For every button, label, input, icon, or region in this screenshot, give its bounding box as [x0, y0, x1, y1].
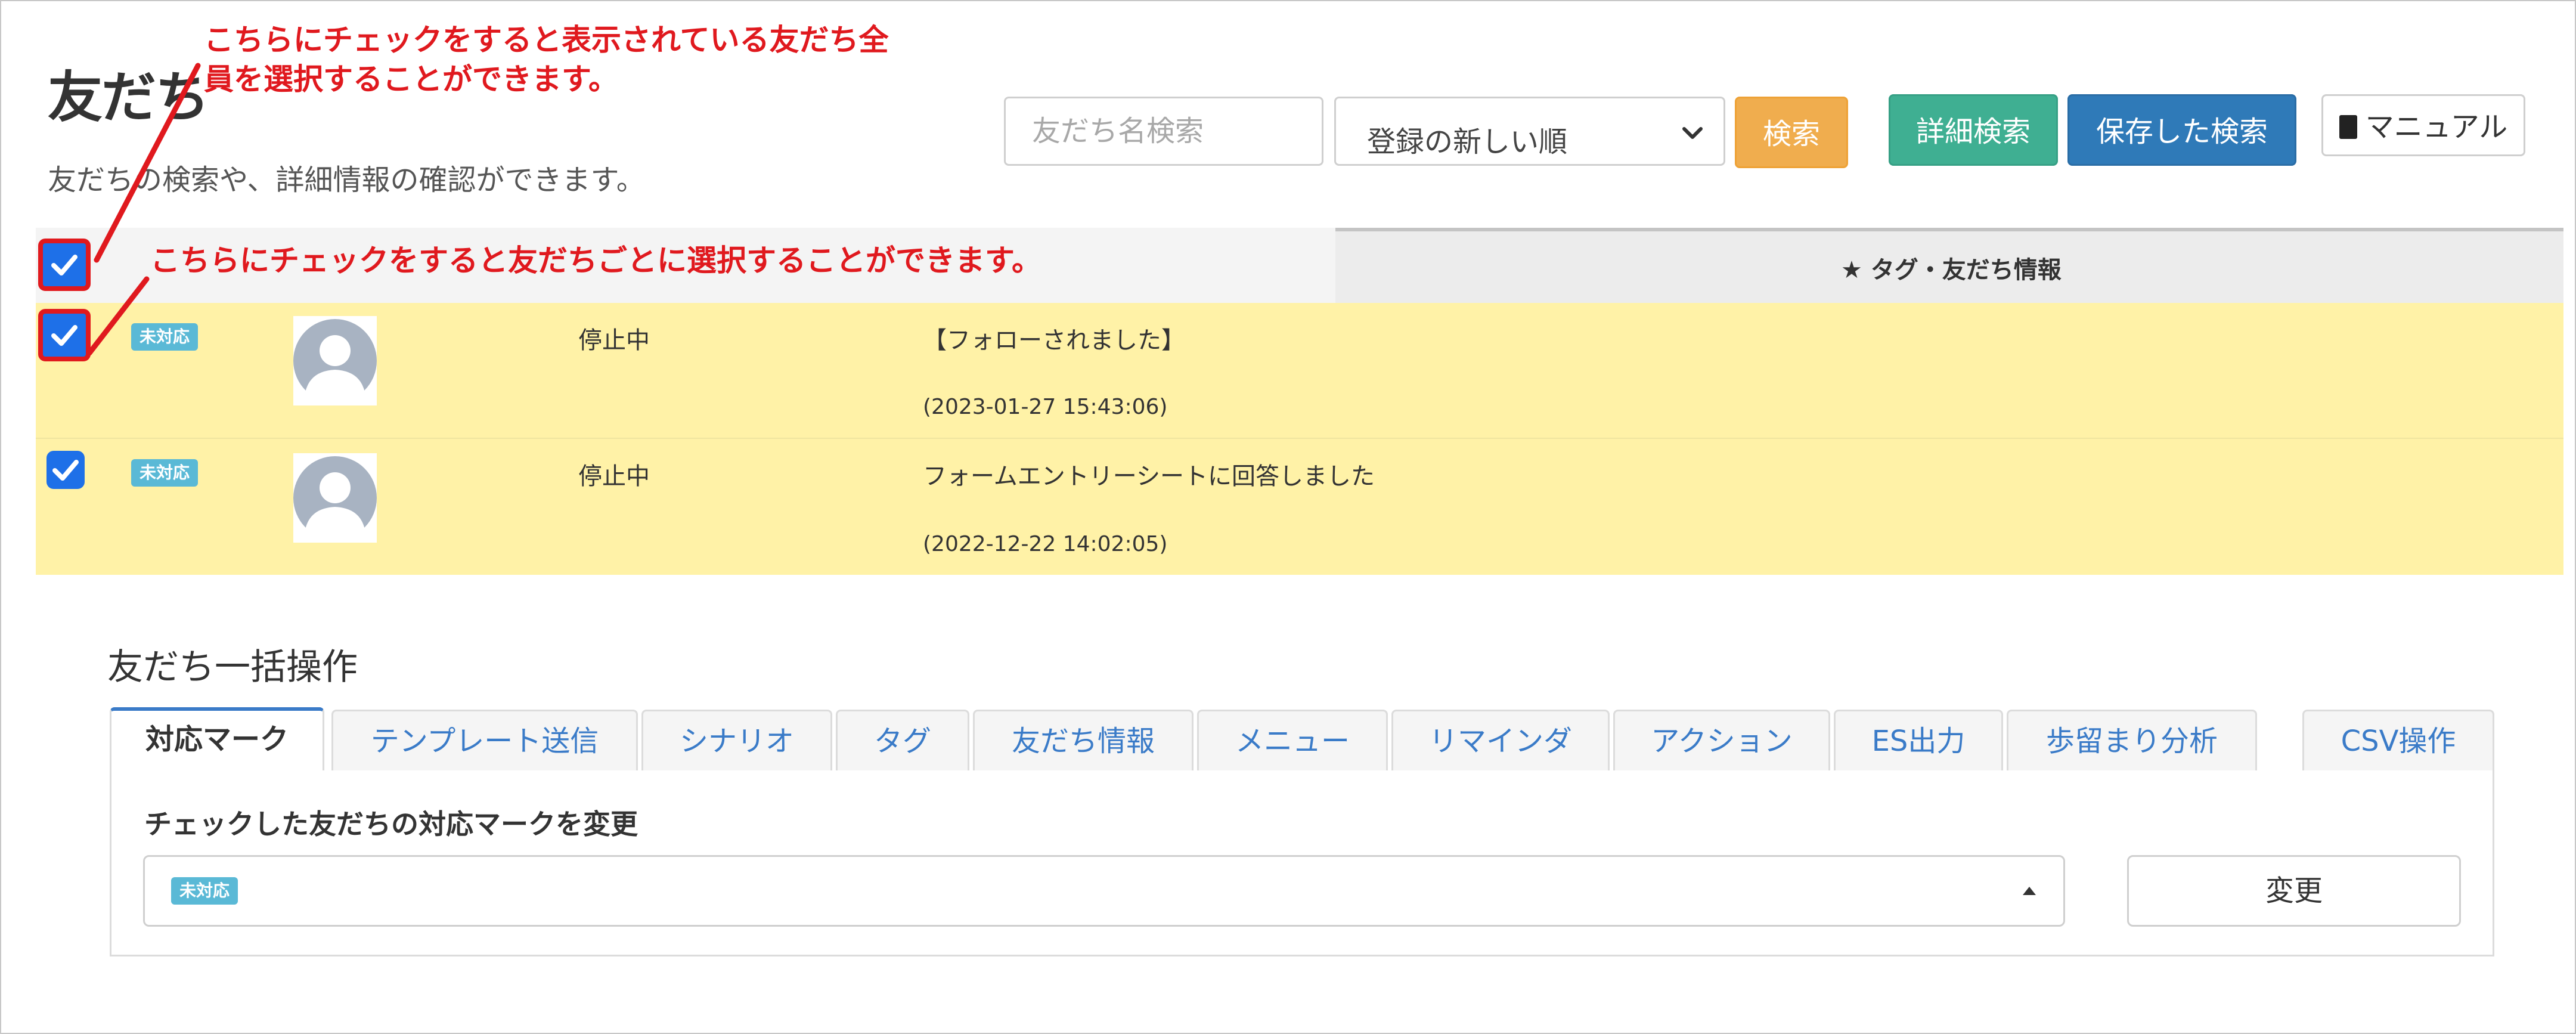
- tab-action[interactable]: アクション: [1613, 710, 1830, 770]
- tab-csv[interactable]: CSV操作: [2302, 710, 2494, 770]
- avatar[interactable]: [293, 453, 377, 543]
- annotation-select-each: こちらにチェックをすると友だちごとに選択することができます。: [150, 243, 1041, 278]
- table-row[interactable]: [36, 303, 2563, 439]
- status-badge[interactable]: 未対応: [131, 459, 199, 487]
- caret-up-icon: [2023, 887, 2036, 895]
- latest-message: フォームエントリーシートに回答しました: [923, 463, 1375, 490]
- user-silhouette-icon: [293, 456, 377, 540]
- page-subtitle: 友だちの検索や、詳細情報の確認ができます。: [48, 163, 645, 197]
- select-all-highlight: [38, 239, 91, 291]
- sort-order-select[interactable]: 登録の新しい順: [1334, 97, 1725, 166]
- tab-tag[interactable]: タグ: [836, 710, 969, 770]
- annotation-select-all-line2: 員を選択することができます。: [204, 62, 618, 97]
- user-silhouette-icon: [293, 319, 377, 403]
- message-datetime: (2023-01-27 15:43:06): [923, 395, 1168, 419]
- manual-button-label: マニュアル: [2365, 110, 2508, 144]
- tag-friend-info-header: ★ タグ・友だち情報: [1841, 256, 2062, 284]
- tab-menu[interactable]: メニュー: [1197, 710, 1388, 770]
- tab-yield-analysis[interactable]: 歩留まり分析: [2007, 710, 2257, 770]
- select-all-checkbox[interactable]: [45, 246, 83, 284]
- row-select-highlight: [38, 309, 91, 361]
- selected-mark-badge: 未対応: [171, 877, 238, 905]
- page-title: 友だち: [48, 66, 210, 129]
- annotation-select-all-line1: こちらにチェックをすると表示されている友だち全: [204, 23, 889, 57]
- tab-reminder[interactable]: リマインダ: [1391, 710, 1610, 770]
- row-checkbox[interactable]: [47, 451, 85, 489]
- response-mark-select[interactable]: 未対応: [143, 855, 2065, 927]
- panel-label: チェックした友だちの対応マークを変更: [144, 808, 638, 840]
- search-button[interactable]: 検索: [1735, 97, 1848, 168]
- detail-search-button[interactable]: 詳細検索: [1889, 94, 2058, 166]
- tab-template-send[interactable]: テンプレート送信: [331, 710, 638, 770]
- status-badge[interactable]: 未対応: [131, 323, 199, 351]
- tab-response-mark[interactable]: 対応マーク: [110, 707, 324, 772]
- saved-search-button[interactable]: 保存した検索: [2067, 94, 2296, 166]
- latest-message: 【フォローされました】: [923, 327, 1185, 354]
- bulk-operations-title: 友だち一括操作: [107, 646, 358, 688]
- friend-status: 停止中: [578, 327, 650, 354]
- chevron-down-icon: [1682, 127, 1703, 139]
- tab-friend-info[interactable]: 友だち情報: [973, 710, 1194, 770]
- tab-es-output[interactable]: ES出力: [1834, 710, 2003, 770]
- checkmark-icon: [51, 255, 78, 275]
- manual-button[interactable]: マニュアル: [2321, 94, 2525, 156]
- friend-status: 停止中: [578, 463, 650, 490]
- friend-name-search-input[interactable]: [1004, 97, 1323, 166]
- row-checkbox[interactable]: [45, 316, 83, 354]
- change-button[interactable]: 変更: [2127, 855, 2461, 927]
- sort-order-value: 登録の新しい順: [1367, 125, 1568, 159]
- checkmark-icon: [51, 325, 78, 346]
- book-icon: [2339, 115, 2357, 139]
- checkmark-icon: [52, 460, 79, 481]
- avatar[interactable]: [293, 316, 377, 405]
- tab-scenario[interactable]: シナリオ: [641, 710, 832, 770]
- message-datetime: (2022-12-22 14:02:05): [923, 532, 1168, 556]
